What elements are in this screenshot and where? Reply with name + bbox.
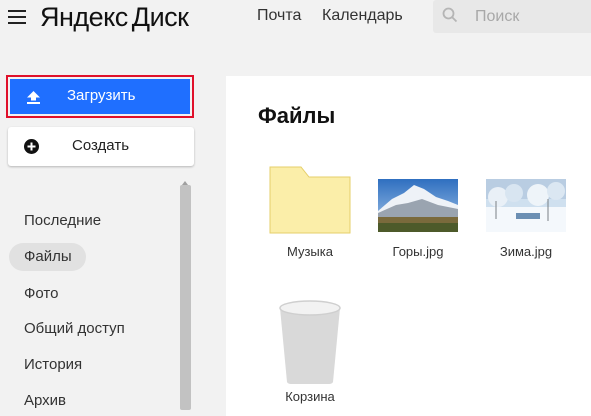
file-item-mountains[interactable]: Горы.jpg [376,166,460,266]
search-input[interactable] [473,4,591,30]
nav-link-mail[interactable]: Почта [257,7,301,25]
image-thumbnail-mountains [378,179,458,232]
file-item-music[interactable]: Музыка [268,166,352,266]
file-item-winter[interactable]: Зима.jpg [484,166,568,266]
page-title: Файлы [258,103,336,128]
upload-label: Загрузить [67,87,136,104]
plus-circle-icon [24,139,39,154]
logo[interactable]: Яндекс Диск [40,2,189,33]
header: Яндекс Диск Почта Календарь [0,0,591,42]
sidebar-item-recent[interactable]: Последние [24,212,101,229]
sidebar-item-files[interactable]: Файлы [24,248,72,265]
upload-highlight: Загрузить [6,75,194,118]
search-box [433,0,591,33]
create-label: Создать [72,137,130,154]
file-item-trash[interactable]: Корзина [268,296,352,410]
nav-link-calendar[interactable]: Календарь [322,7,403,25]
sidebar-scrollbar[interactable] [180,185,191,410]
logo-brand: Яндекс [40,2,128,32]
search-icon[interactable] [442,7,458,23]
trash-bin-icon [279,300,341,384]
file-name: Корзина [285,389,335,404]
upload-icon [27,91,40,104]
logo-product: Диск [131,2,189,32]
upload-button[interactable]: Загрузить [10,79,190,114]
file-name: Горы.jpg [392,244,444,259]
menu-icon[interactable] [8,10,26,24]
file-name: Зима.jpg [499,244,553,259]
image-thumbnail-winter [486,179,566,232]
create-button[interactable]: Создать [8,127,194,166]
sidebar-item-shared[interactable]: Общий доступ [24,320,125,337]
sidebar-item-history[interactable]: История [24,356,82,373]
sidebar-item-photo[interactable]: Фото [24,285,58,302]
folder-icon [269,166,351,234]
file-name: Музыка [287,244,333,259]
sidebar-item-archive[interactable]: Архив [24,392,66,409]
